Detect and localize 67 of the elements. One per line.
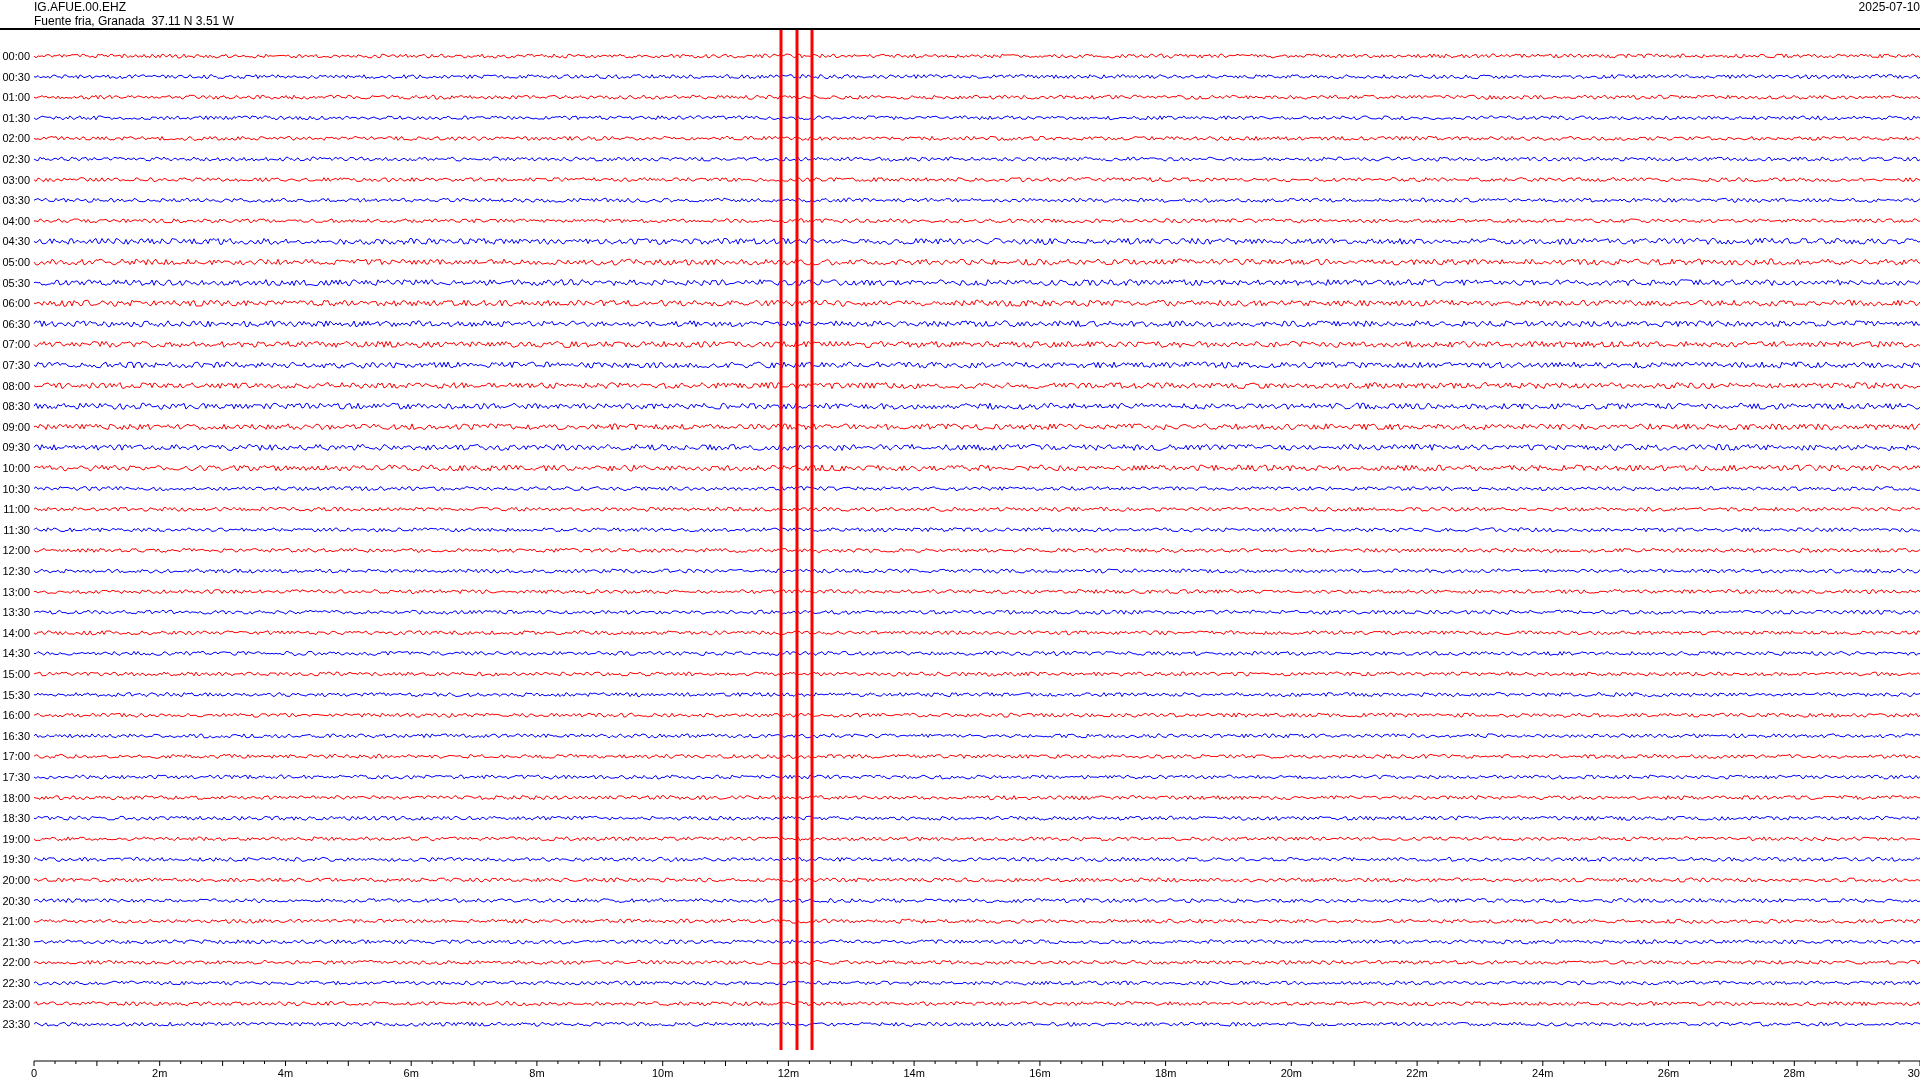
axis-tick-label: 28m — [1783, 1067, 1805, 1078]
trace-time-label: 02:30 — [2, 153, 30, 165]
trace-time-label: 16:00 — [2, 709, 30, 722]
trace-time-label: 00:00 — [2, 50, 30, 62]
trace-time-label: 11:00 — [3, 503, 30, 516]
trace-time-label: 22:00 — [2, 956, 30, 969]
trace-time-label: 06:30 — [2, 317, 30, 330]
trace-time-label: 16:30 — [2, 729, 30, 742]
trace-time-label: 09:30 — [2, 441, 30, 454]
trace-time-label: 04:00 — [2, 214, 30, 227]
trace-time-label: 14:00 — [2, 626, 30, 639]
trace-time-label: 20:00 — [2, 874, 30, 886]
trace-time-label: 22:30 — [2, 977, 30, 989]
trace-time-label: 21:00 — [2, 915, 30, 928]
axis-tick-label: 10m — [651, 1067, 674, 1078]
trace-time-label: 08:30 — [2, 400, 30, 413]
trace-time-label: 14:30 — [2, 647, 30, 660]
trace-time-label: 03:30 — [2, 194, 30, 207]
trace-time-label: 15:00 — [2, 668, 30, 680]
trace-time-label: 19:30 — [2, 853, 30, 866]
date-label: 2025-07-10 — [1858, 0, 1920, 14]
station-code: IG.AFUE.00.EHZ — [34, 0, 128, 14]
axis-tick-label: 24m — [1532, 1067, 1554, 1078]
trace-time-label: 11:30 — [3, 523, 30, 536]
axis-tick-label: 4m — [277, 1067, 294, 1078]
axis-tick-label: 20m — [1280, 1067, 1303, 1078]
trace-time-label: 07:30 — [2, 359, 30, 371]
axis-tick-label: 30 — [1907, 1067, 1920, 1078]
trace-time-label: 06:00 — [2, 297, 30, 310]
station-location: Fuente fria, Granada 37.11 N 3.51 W — [34, 14, 234, 28]
axis-tick-label: 22m — [1406, 1067, 1428, 1078]
axis-tick-label: 16m — [1029, 1067, 1051, 1078]
trace-time-label: 13:00 — [2, 585, 30, 598]
trace-time-label: 20:30 — [2, 894, 30, 907]
axis-tick-label: 26m — [1657, 1067, 1680, 1078]
trace-time-label: 18:30 — [2, 812, 30, 825]
trace-time-label: 17:00 — [2, 750, 30, 763]
trace-time-label: 13:30 — [2, 606, 30, 619]
axis-tick-label: 12m — [777, 1067, 800, 1078]
trace-time-label: 10:00 — [2, 462, 30, 474]
trace-time-label: 19:00 — [2, 832, 30, 845]
trace-time-label: 05:00 — [2, 256, 30, 268]
axis-tick-label: 0 — [31, 1067, 38, 1078]
trace-time-label: 04:30 — [2, 235, 30, 248]
axis-tick-label: 18m — [1154, 1067, 1177, 1078]
trace-time-label: 21:30 — [2, 935, 30, 948]
trace-time-label: 07:00 — [2, 338, 30, 351]
trace-time-label: 23:30 — [2, 1018, 30, 1031]
trace-time-label: 08:00 — [2, 379, 30, 392]
axis-tick-label: 8m — [529, 1067, 545, 1078]
trace-time-label: 01:30 — [2, 111, 30, 124]
trace-time-label: 17:30 — [2, 771, 30, 783]
axis-tick-label: 14m — [903, 1067, 925, 1078]
trace-time-label: 18:00 — [2, 791, 30, 804]
trace-time-label: 01:00 — [2, 91, 30, 104]
trace-time-label: 12:00 — [2, 544, 30, 557]
trace-time-label: 03:00 — [2, 173, 30, 186]
axis-tick-label: 6m — [403, 1067, 419, 1078]
trace-time-label: 23:00 — [2, 997, 30, 1010]
trace-time-label: 09:00 — [2, 420, 30, 433]
trace-time-label: 05:30 — [2, 276, 30, 289]
trace-time-label: 10:30 — [2, 482, 30, 495]
trace-time-label: 02:00 — [2, 132, 30, 145]
trace-time-label: 15:30 — [2, 688, 30, 701]
axis-tick-label: 2m — [152, 1067, 168, 1078]
trace-time-label: 12:30 — [2, 565, 30, 577]
trace-time-label: 00:30 — [2, 70, 30, 83]
